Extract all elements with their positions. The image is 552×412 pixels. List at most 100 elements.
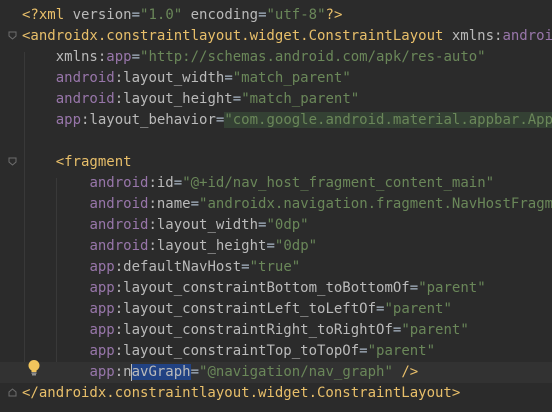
code-token: = xyxy=(241,259,250,275)
code-token: "@navigation/nav_graph" xyxy=(199,364,393,380)
code-token: = xyxy=(190,364,200,380)
code-token: "utf-8" xyxy=(266,7,326,23)
code-token: "http://schemas.android.com/apk/res-auto… xyxy=(140,49,486,65)
code-token: = xyxy=(409,280,419,296)
code-token: <fragment xyxy=(55,154,132,170)
code-token: app xyxy=(89,301,115,317)
code-line[interactable]: android:layout_width="0dp" xyxy=(22,215,552,236)
code-line[interactable]: app:layout_constraintTop_toTopOf="parent… xyxy=(22,341,552,362)
code-token: :id xyxy=(148,175,174,191)
code-token: android xyxy=(89,196,149,212)
code-line[interactable]: app:layout_constraintBottom_toBottomOf="… xyxy=(22,278,552,299)
code-token: "1.0" xyxy=(140,7,183,23)
code-token: /> xyxy=(401,364,419,380)
code-token: = xyxy=(224,70,233,86)
code-line[interactable]: app:layout_constraintRight_toRightOf="pa… xyxy=(22,320,552,341)
code-token: = xyxy=(266,238,275,254)
code-token: <?xml xyxy=(22,7,73,23)
code-token: :layout_constraintBottom_toBottomOf xyxy=(114,280,410,296)
code-line[interactable]: app:layout_behavior="com.google.android.… xyxy=(22,110,552,131)
code-token: "0dp" xyxy=(266,217,309,233)
fold-icon[interactable] xyxy=(8,388,17,397)
code-token: "match_parent" xyxy=(241,91,360,107)
code-line[interactable]: app:navGraph="@navigation/nav_graph" /> xyxy=(0,362,552,383)
code-token: "parent" xyxy=(367,343,436,359)
code-token: app xyxy=(89,343,115,359)
code-token: :n xyxy=(114,364,132,380)
code-token: :layout_width xyxy=(148,217,259,233)
code-line[interactable]: android:layout_width="match_parent" xyxy=(22,68,552,89)
code-token: = xyxy=(359,343,368,359)
code-token: app xyxy=(89,259,115,275)
code-line[interactable]: android:name="androidx.navigation.fragme… xyxy=(22,194,552,215)
code-token: "parent" xyxy=(384,301,452,317)
code-line[interactable]: <?xml version="1.0" encoding="utf-8"?> xyxy=(22,5,552,26)
code-token: :layout_height xyxy=(114,91,233,107)
code-token: app xyxy=(89,280,115,296)
code-token: = xyxy=(258,7,267,23)
editor-gutter[interactable] xyxy=(0,0,20,412)
code-token: = xyxy=(190,196,200,212)
code-token: :defaultNavHost xyxy=(114,259,242,275)
code-token: android xyxy=(89,217,149,233)
code-token: "true" xyxy=(249,259,301,275)
code-line[interactable]: android:id="@+id/nav_host_fragment_conte… xyxy=(22,173,552,194)
code-token: "parent" xyxy=(418,280,486,296)
code-token: app xyxy=(55,112,82,128)
code-token: xmlns: xyxy=(55,49,107,65)
code-token: app xyxy=(106,49,132,65)
code-token: "match_parent" xyxy=(232,70,351,86)
code-line[interactable]: app:defaultNavHost="true" xyxy=(22,257,552,278)
code-token: version xyxy=(72,7,132,23)
code-token: "com.google.android.material.appbar.AppB… xyxy=(224,112,552,128)
code-token: encoding xyxy=(190,7,259,23)
code-token: :layout_height xyxy=(148,238,267,254)
code-token: :layout_behavior xyxy=(81,112,216,128)
code-area[interactable]: <?xml version="1.0" encoding="utf-8"?> <a… xyxy=(0,5,552,404)
lightbulb-icon[interactable] xyxy=(26,359,42,377)
code-token: :layout_constraintRight_toRightOf xyxy=(114,322,393,338)
code-token: = xyxy=(131,49,141,65)
code-token: :layout_width xyxy=(114,70,225,86)
code-token: xmlns: xyxy=(451,28,503,44)
code-token: "androidx.navigation.fragment.NavHostFra… xyxy=(199,196,552,212)
code-line[interactable]: app:layout_constraintLeft_toLeftOf="pare… xyxy=(22,299,552,320)
code-editor[interactable]: <?xml version="1.0" encoding="utf-8"?> <a… xyxy=(0,0,552,412)
code-line[interactable]: <androidx.constraintlayout.widget.Constr… xyxy=(22,26,552,47)
code-line[interactable]: <fragment xyxy=(22,152,552,173)
code-token: :layout_constraintLeft_toLeftOf xyxy=(114,301,377,317)
code-line[interactable] xyxy=(22,131,552,152)
code-line[interactable]: android:layout_height="0dp" xyxy=(22,236,552,257)
code-token: android xyxy=(89,175,149,191)
code-token: </androidx.constraintlayout.widget.Const… xyxy=(22,385,461,401)
code-token: android xyxy=(55,91,115,107)
code-token: "@+id/nav_host_fragment_content_main" xyxy=(182,175,495,191)
fold-icon[interactable] xyxy=(8,157,17,166)
code-line[interactable]: android:layout_height="match_parent" xyxy=(22,89,552,110)
code-token: android xyxy=(502,28,552,44)
code-token: = xyxy=(131,7,141,23)
code-token: :layout_constraintTop_toTopOf xyxy=(114,343,360,359)
code-line[interactable]: xmlns:app="http://schemas.android.com/ap… xyxy=(22,47,552,68)
code-token: <androidx.constraintlayout.widget.Constr… xyxy=(22,28,452,44)
code-line[interactable]: </androidx.constraintlayout.widget.Const… xyxy=(22,383,552,404)
code-token: ?> xyxy=(325,7,343,23)
code-token: = xyxy=(173,175,183,191)
code-token: android xyxy=(89,238,149,254)
fold-icon[interactable] xyxy=(8,31,17,40)
code-token: = xyxy=(232,91,242,107)
code-token: "0dp" xyxy=(274,238,318,254)
